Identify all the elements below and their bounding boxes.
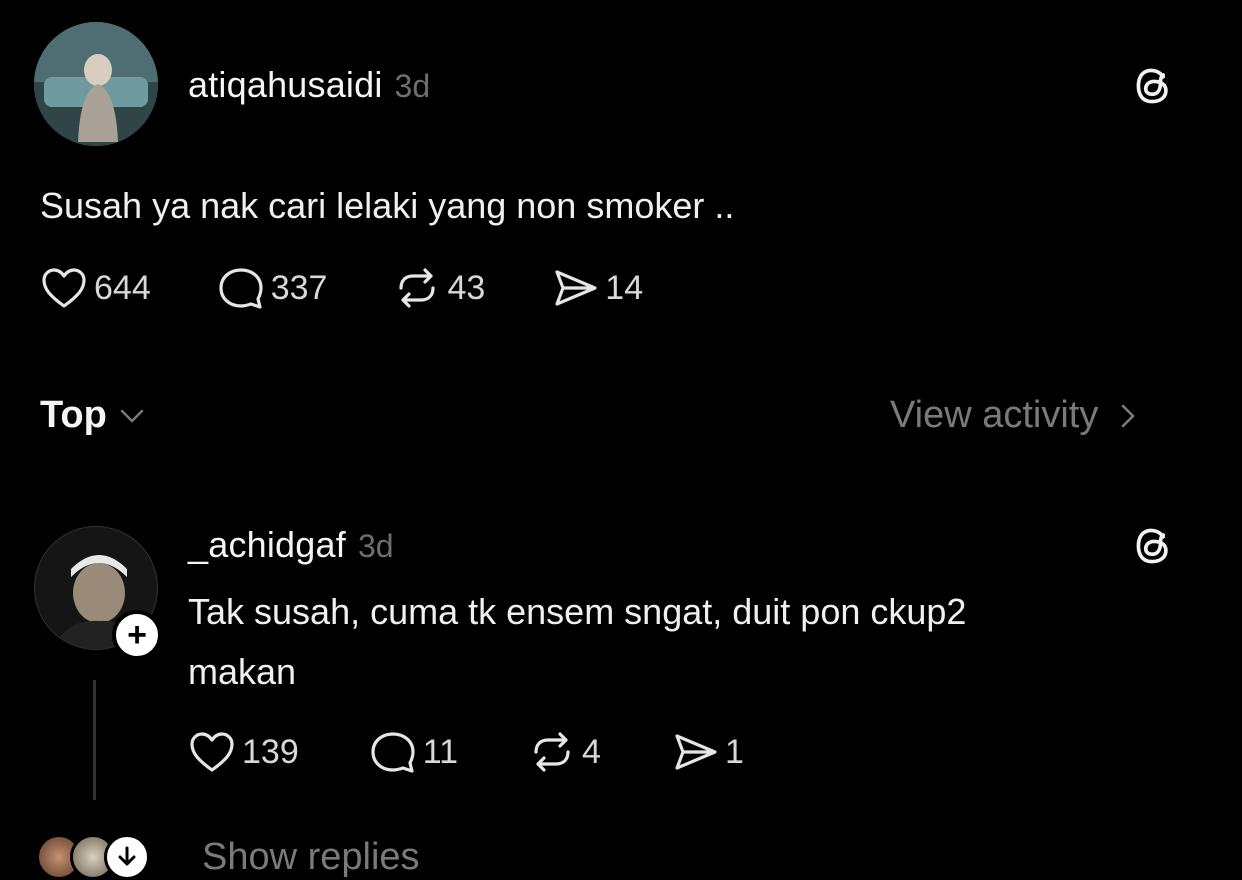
avatar-photo	[34, 22, 158, 146]
threads-logo-icon	[1132, 524, 1176, 573]
comment-count: 337	[270, 268, 328, 307]
post-time: 3d	[394, 68, 431, 104]
share-button[interactable]: 14	[551, 266, 643, 310]
repost-button[interactable]: 43	[393, 266, 485, 310]
show-replies-label: Show replies	[202, 835, 420, 878]
reply-text-line-1: Tak susah, cuma tk ensem sngat, duit pon…	[188, 591, 967, 632]
reply-share-button[interactable]: 1	[671, 730, 744, 774]
reply-actions: 139 11 4 1	[188, 730, 810, 774]
sort-dropdown[interactable]: Top	[40, 394, 145, 437]
post-text: Susah ya nak cari lelaki yang non smoker…	[40, 185, 735, 226]
post-author-avatar[interactable]	[34, 22, 158, 146]
sort-label: Top	[40, 394, 107, 436]
post-actions: 644 337 43 14	[40, 266, 709, 310]
like-count: 644	[94, 268, 151, 307]
comment-icon	[371, 732, 415, 773]
reply-comment-count: 11	[422, 732, 459, 771]
reply-repost-button[interactable]: 4	[528, 730, 601, 774]
view-activity-label: View activity	[890, 394, 1099, 436]
reply-header: _achidgaf 3d	[188, 524, 394, 566]
thread-connector-line	[93, 680, 96, 800]
comment-icon	[219, 268, 263, 309]
heart-icon	[190, 732, 234, 772]
arrow-down-icon	[104, 834, 150, 880]
reply-username[interactable]: _achidgaf	[188, 524, 346, 566]
view-activity-link[interactable]: View activity	[890, 394, 1138, 437]
chevron-down-icon	[120, 409, 144, 423]
follow-plus-icon: +	[127, 616, 147, 654]
reply-like-count: 139	[242, 732, 299, 771]
show-replies-row[interactable]: Show replies	[36, 834, 420, 880]
repost-count: 43	[447, 268, 486, 307]
chevron-right-icon	[1122, 404, 1136, 427]
reply-share-count: 1	[724, 732, 744, 771]
comment-button[interactable]: 337	[217, 266, 328, 310]
reply-like-button[interactable]: 139	[188, 730, 299, 774]
follow-button[interactable]: +	[112, 610, 162, 660]
send-icon	[555, 270, 597, 306]
repost-icon	[534, 732, 570, 772]
post-header: atiqahusaidi 3d	[188, 64, 430, 106]
threads-logo-icon	[1132, 64, 1176, 113]
share-count: 14	[605, 268, 644, 307]
reply-time: 3d	[357, 528, 394, 564]
reply-text: Tak susah, cuma tk ensem sngat, duit pon…	[188, 582, 966, 702]
reply-repost-count: 4	[582, 732, 601, 771]
reply-comment-button[interactable]: 11	[369, 730, 458, 774]
repost-icon	[399, 268, 436, 308]
send-icon	[675, 734, 717, 770]
post-username[interactable]: atiqahusaidi	[188, 64, 383, 106]
like-button[interactable]: 644	[40, 266, 151, 310]
reply-text-line-2: makan	[188, 651, 297, 692]
heart-icon	[42, 268, 86, 308]
